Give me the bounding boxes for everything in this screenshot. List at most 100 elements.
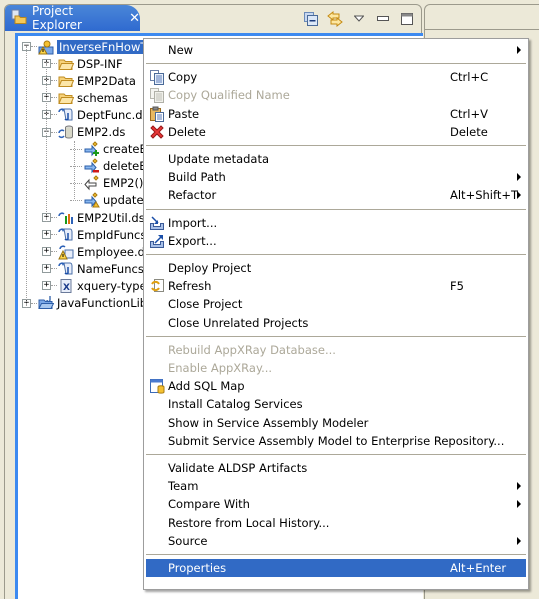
expand-icon[interactable]: + xyxy=(42,230,51,240)
submenu-arrow-icon xyxy=(517,536,521,545)
menu-item-label: Restore from Local History... xyxy=(168,515,330,530)
tree-guide-line xyxy=(26,46,27,308)
expand-icon[interactable]: + xyxy=(42,264,51,274)
tree-item[interactable]: + DSP-INF xyxy=(42,55,123,72)
collapse-all-icon[interactable] xyxy=(303,11,319,27)
tree-item-label: EMP2Util.ds xyxy=(77,210,145,225)
submenu-arrow-icon xyxy=(517,46,521,54)
menu-item-close-project[interactable]: Close Project xyxy=(146,295,526,313)
close-view-icon[interactable]: ✕ xyxy=(129,11,140,26)
tree-item[interactable]: + EMP2Data xyxy=(42,72,136,89)
menu-separator xyxy=(146,254,526,255)
menu-item-label: Close Unrelated Projects xyxy=(168,315,309,330)
menu-item-rebuild-appxray-database: Rebuild AppXRay Database... xyxy=(146,341,526,359)
menu-item-label: Rebuild AppXRay Database... xyxy=(168,342,336,357)
tree-connector xyxy=(51,251,57,253)
menu-item-properties[interactable]: Properties Alt+Enter xyxy=(146,559,526,577)
tree-item[interactable]: + EMP2Util.ds xyxy=(42,209,145,226)
read-operation-icon xyxy=(84,175,100,191)
tree-connector xyxy=(51,80,57,82)
tree-connector xyxy=(70,148,82,150)
folder-icon xyxy=(58,73,74,89)
menu-item-copy[interactable]: Copy Ctrl+C xyxy=(146,68,526,86)
copy-icon xyxy=(149,69,165,86)
menu-item-export[interactable]: Export... xyxy=(146,232,526,250)
menu-item-label: Update metadata xyxy=(168,152,270,166)
menu-item-refresh[interactable]: Refresh F5 xyxy=(146,277,526,295)
menu-item-delete[interactable]: Delete Delete xyxy=(146,123,526,141)
menu-item-refactor[interactable]: Refactor Alt+Shift+T xyxy=(146,186,526,204)
tab-project-explorer[interactable]: Project Explorer ✕ xyxy=(5,4,140,32)
menu-separator xyxy=(146,63,526,65)
editor-area-divider xyxy=(425,29,539,30)
tree-item[interactable]: − EMP2.ds xyxy=(42,124,125,141)
tree-connector xyxy=(51,97,57,99)
menu-item-label: Submit Service Assembly Model to Enterpr… xyxy=(168,433,505,448)
menu-item-label: Add SQL Map xyxy=(168,379,245,394)
menu-item-show-in-service-assembly-modeler[interactable]: Show in Service Assembly Modeler xyxy=(146,414,526,432)
folder-icon xyxy=(58,56,74,72)
menu-item-deploy-project[interactable]: Deploy Project xyxy=(146,259,526,277)
minimize-icon[interactable] xyxy=(375,11,391,27)
tree-item[interactable]: − InverseFnHowTo xyxy=(22,38,155,55)
tree-item[interactable]: EMP2() xyxy=(70,175,143,192)
link-with-editor-icon[interactable] xyxy=(327,11,343,27)
menu-item-label: Show in Service Assembly Modeler xyxy=(168,415,369,430)
data-service-icon xyxy=(58,261,74,277)
menu-item-close-unrelated-projects[interactable]: Close Unrelated Projects xyxy=(146,314,526,332)
menu-item-label: Copy xyxy=(168,70,198,85)
tree-item[interactable]: + JavaFunctionLib xyxy=(22,295,147,312)
tree-guide-line xyxy=(74,141,75,199)
tree-connector xyxy=(70,165,82,167)
tree-connector xyxy=(51,268,57,270)
menu-item-shortcut: Delete xyxy=(450,124,488,139)
delete-operation-icon xyxy=(84,158,100,174)
menu-item-update-metadata[interactable]: Update metadata xyxy=(146,150,526,168)
tree-connector xyxy=(51,234,57,236)
menu-item-compare-with[interactable]: Compare With xyxy=(146,495,526,513)
create-operation-icon xyxy=(84,141,100,157)
menu-item-install-catalog-services[interactable]: Install Catalog Services xyxy=(146,395,526,413)
menu-item-enable-appxray: Enable AppXRay... xyxy=(146,359,526,377)
menu-item-label: Build Path xyxy=(168,170,226,185)
java-project-icon xyxy=(38,295,54,311)
menu-item-label: Export... xyxy=(168,233,217,248)
tree-item[interactable]: + Employee.ds xyxy=(42,243,151,260)
menu-item-restore-from-local-history[interactable]: Restore from Local History... xyxy=(146,514,526,532)
menu-item-source[interactable]: Source xyxy=(146,532,526,550)
menu-item-label: New xyxy=(168,43,194,57)
menu-item-label: Deploy Project xyxy=(168,261,252,275)
menu-item-build-path[interactable]: Build Path xyxy=(146,168,526,186)
menu-item-label: Compare With xyxy=(168,497,250,512)
expand-icon[interactable]: + xyxy=(42,247,51,257)
menu-item-new[interactable]: New xyxy=(146,41,526,59)
menu-separator xyxy=(146,554,526,555)
data-service-warning-icon xyxy=(58,244,74,260)
tree-guide-line xyxy=(46,62,47,222)
expand-icon[interactable]: + xyxy=(42,281,51,291)
tree-item-label: DeptFunc.ds xyxy=(77,107,149,122)
menu-item-add-sql-map[interactable]: Add SQL Map xyxy=(146,377,526,395)
menu-item-copy-qualified-name: Copy Qualified Name xyxy=(146,86,526,104)
menu-item-label: Close Project xyxy=(168,297,243,312)
tree-item-label: EMP2.ds xyxy=(77,125,126,139)
update-operation-icon xyxy=(84,192,100,208)
export-icon xyxy=(149,233,165,249)
tree-item-label: JavaFunctionLib xyxy=(57,296,148,310)
project-warning-icon xyxy=(38,39,54,55)
menu-item-paste[interactable]: Paste Ctrl+V xyxy=(146,105,526,123)
menu-item-label: Refresh xyxy=(168,279,212,294)
menu-item-team[interactable]: Team xyxy=(146,477,526,495)
tree-connector xyxy=(51,114,57,116)
tree-item[interactable]: + schemas xyxy=(42,89,128,106)
menu-item-label: Refactor xyxy=(168,188,217,203)
delete-icon xyxy=(149,124,165,140)
menu-item-validate-aldsp-artifacts[interactable]: Validate ALDSP Artifacts xyxy=(146,459,526,477)
maximize-icon[interactable] xyxy=(399,11,415,27)
view-menu-icon[interactable] xyxy=(351,11,367,27)
menu-item-label: Properties xyxy=(168,561,227,575)
xquery-file-icon: X xyxy=(58,278,74,294)
menu-item-submit-service-assembly-model-to-enterprise-repository[interactable]: Submit Service Assembly Model to Enterpr… xyxy=(146,432,526,450)
menu-item-import[interactable]: Import... xyxy=(146,214,526,232)
tree-item[interactable]: + DeptFunc.ds xyxy=(42,106,149,123)
